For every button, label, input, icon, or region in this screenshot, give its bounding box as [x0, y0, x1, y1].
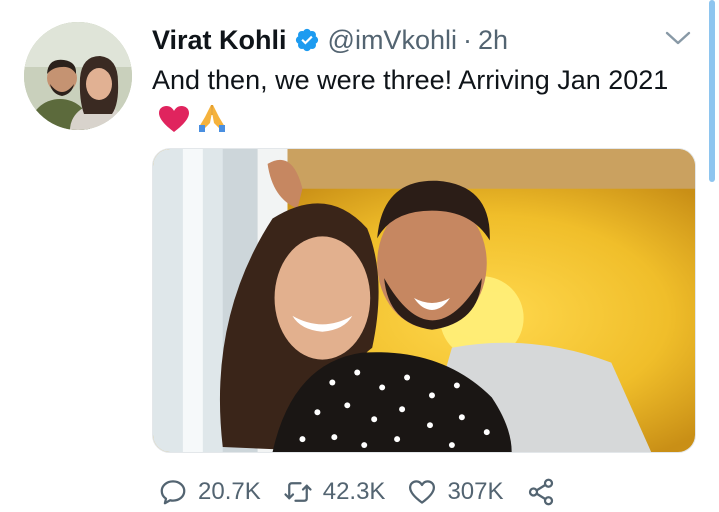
photo-image — [153, 149, 695, 452]
timestamp[interactable]: 2h — [478, 25, 508, 56]
share-button[interactable] — [526, 477, 556, 507]
tweet-actions: 20.7K 42.3K 307K — [158, 472, 556, 512]
scrollbar-thumb[interactable] — [709, 0, 715, 182]
retweet-count: 42.3K — [322, 478, 386, 505]
like-button[interactable]: 307K — [407, 477, 504, 507]
separator-dot: · — [462, 24, 472, 55]
tweet-body: And then, we were three! Arriving Jan 20… — [152, 65, 669, 95]
user-handle[interactable]: @imVkohli — [328, 25, 457, 56]
like-count: 307K — [447, 478, 504, 505]
reply-icon — [160, 480, 186, 505]
retweet-icon — [284, 482, 312, 502]
verified-badge-icon — [295, 28, 318, 52]
reply-count: 20.7K — [198, 478, 261, 505]
heart-icon — [409, 480, 436, 504]
reply-button[interactable]: 20.7K — [158, 477, 261, 507]
tweet-photo[interactable] — [152, 148, 696, 453]
avatar-photo — [24, 22, 132, 130]
share-icon — [528, 478, 553, 506]
tweet-header: Virat Kohli @imVkohli · 2h — [152, 20, 679, 60]
folded-hands-icon — [196, 103, 228, 144]
retweet-button[interactable]: 42.3K — [283, 477, 386, 507]
red-heart-icon — [158, 104, 190, 144]
tweet-text: And then, we were three! Arriving Jan 20… — [152, 60, 682, 144]
display-name[interactable]: Virat Kohli — [152, 25, 287, 56]
tweet[interactable]: Virat Kohli @imVkohli · 2h And then, we … — [0, 0, 719, 512]
avatar[interactable] — [24, 22, 132, 130]
chevron-down-icon[interactable] — [665, 30, 691, 46]
